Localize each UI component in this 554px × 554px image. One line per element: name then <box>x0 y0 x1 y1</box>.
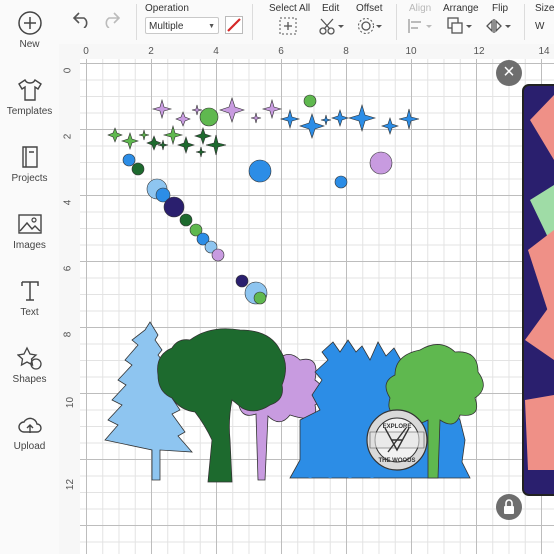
arrange-label: Arrange <box>443 3 479 14</box>
top-toolbar: Operation Multiple ▼ Select All Edit Off… <box>59 0 554 45</box>
edit-label: Edit <box>322 3 340 14</box>
sidebar-item-upload[interactable]: Upload <box>0 412 59 474</box>
sidebar-item-projects[interactable]: Projects <box>0 144 59 206</box>
sidebar-item-templates[interactable]: Templates <box>0 77 59 139</box>
ruler-tick-label: 0 <box>62 67 74 74</box>
polka-dots[interactable] <box>122 94 393 305</box>
sidebar-item-label: Projects <box>11 173 48 184</box>
select-all-label: Select All <box>269 3 311 14</box>
arrange-icon[interactable] <box>447 17 473 35</box>
select-all-icon[interactable] <box>279 17 297 35</box>
text-t-icon <box>20 281 39 301</box>
size-width-label: W <box>535 21 545 32</box>
flip-label: Flip <box>492 3 509 14</box>
ruler-tick-label: 4 <box>213 46 219 57</box>
sidebar-item-images[interactable]: Images <box>0 211 59 273</box>
badge-text-line1: EXPLORE <box>383 424 412 430</box>
chevron-down-icon: ▼ <box>208 23 215 30</box>
left-sidebar: New Templates Projects Images Text Shape… <box>0 0 60 554</box>
sidebar-item-new[interactable]: New <box>0 10 59 72</box>
operation-value: Multiple <box>149 21 184 32</box>
book-icon <box>21 146 38 168</box>
sidebar-item-label: Shapes <box>12 374 47 385</box>
offset-label: Offset <box>356 3 383 14</box>
ruler-tick-label: 6 <box>62 265 74 272</box>
tshirt-icon <box>17 78 42 101</box>
sidebar-item-label: Text <box>20 307 39 318</box>
ruler-tick-label: 8 <box>343 46 349 57</box>
sidebar-item-label: Upload <box>13 441 46 452</box>
ruler-tick-label: 2 <box>62 133 74 140</box>
toolbar-divider <box>136 4 137 40</box>
forest-trees[interactable] <box>104 321 484 483</box>
badge-text-line2: THE WOODS <box>379 458 416 464</box>
ruler-corner <box>59 44 81 60</box>
operation-label: Operation <box>145 3 189 14</box>
sidebar-item-label: Templates <box>6 106 53 117</box>
close-icon[interactable]: × <box>496 60 522 86</box>
lock-glyph-icon <box>504 499 514 514</box>
align-label: Align <box>409 3 432 14</box>
toolbar-divider <box>396 4 397 40</box>
lock-icon[interactable] <box>496 494 522 520</box>
shapes-icon <box>16 346 42 370</box>
toolbar-divider <box>524 4 525 40</box>
undo-icon[interactable] <box>71 10 93 28</box>
plus-circle-icon <box>17 11 42 35</box>
cloud-upload-icon <box>17 417 42 433</box>
ruler-tick-label: 12 <box>65 478 77 491</box>
ruler-tick-label: 10 <box>405 46 417 57</box>
ruler-tick-label: 10 <box>65 396 77 409</box>
ruler-tick-label: 12 <box>473 46 485 57</box>
toolbar-divider <box>252 4 253 40</box>
offset-icon[interactable] <box>357 17 383 35</box>
sidebar-item-label: New <box>19 39 40 50</box>
ruler-tick-label: 2 <box>148 46 154 57</box>
ruler-tick-label: 8 <box>62 331 74 338</box>
redo-icon[interactable] <box>100 10 122 28</box>
ruler-tick-label: 14 <box>538 46 550 57</box>
ruler-tick-label: 6 <box>278 46 284 57</box>
image-icon <box>17 214 42 234</box>
scissors-icon[interactable] <box>319 17 345 35</box>
align-icon[interactable] <box>407 17 433 35</box>
canvas-artwork: EXPLORE THE WOODS <box>104 84 554 496</box>
flip-icon[interactable] <box>486 17 512 35</box>
ruler-left: 0 2 4 6 8 10 12 <box>59 59 81 554</box>
design-canvas[interactable]: EXPLORE THE WOODS <box>80 59 554 554</box>
size-label: Size <box>535 3 554 14</box>
geometric-panel-image[interactable] <box>522 84 554 496</box>
sparkle-stars[interactable] <box>107 97 420 158</box>
sidebar-item-label: Images <box>13 240 46 251</box>
operation-select[interactable]: Multiple ▼ <box>145 17 219 34</box>
sidebar-item-text[interactable]: Text <box>0 278 59 340</box>
pen-color-swatch-icon[interactable] <box>225 16 243 34</box>
sidebar-item-shapes[interactable]: Shapes <box>0 345 59 407</box>
ruler-tick-label: 4 <box>62 199 74 206</box>
ruler-tick-label: 0 <box>83 46 89 57</box>
ruler-top: 0 2 4 6 8 10 12 14 <box>80 44 554 60</box>
